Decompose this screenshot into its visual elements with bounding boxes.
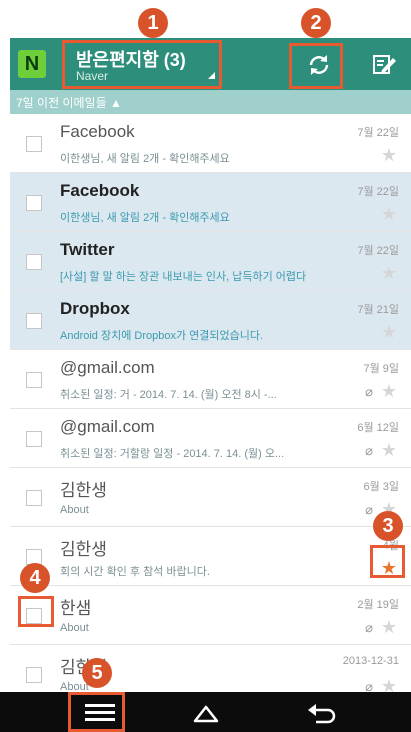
email-preview: [사설] 할 말 하는 장관 내보내는 인사, 납득하기 어렵다	[60, 271, 307, 283]
email-row[interactable]: @gmail.com 취소된 일정: 거할랑 일정 - 2014. 7. 14. …	[10, 409, 411, 468]
email-sender: @gmail.com	[60, 417, 155, 436]
email-checkbox[interactable]	[26, 667, 42, 683]
email-row[interactable]: 한샘 About 2월 19일 ★ ⌀	[10, 586, 411, 645]
email-date: 6월 3일	[363, 481, 399, 493]
email-preview: 취소된 일정: 거할랑 일정 - 2014. 7. 14. (월) 오...	[60, 448, 285, 460]
email-date: 2013-12-31	[342, 655, 399, 667]
email-preview: 취소된 일정: 거 - 2014. 7. 14. (월) 오전 8시 -...	[60, 389, 277, 401]
attachment-icon: ⌀	[365, 384, 373, 399]
email-checkbox[interactable]	[26, 195, 42, 211]
email-checkbox[interactable]	[26, 372, 42, 388]
older-emails-section[interactable]: 7일 이전 이메일들 ▲	[10, 90, 411, 114]
email-row[interactable]: Facebook 이한생님, 새 알림 2개 - 확인해주세요 7월 22일 ★	[10, 114, 411, 173]
email-date: 7월 22일	[357, 127, 399, 139]
annotation-box-refresh	[289, 43, 343, 89]
email-date: 6월 12일	[357, 422, 399, 434]
email-preview: 회의 시간 확인 후 참석 바랍니다.	[60, 566, 210, 578]
attachment-icon: ⌀	[365, 679, 373, 692]
email-sender: 김한생	[60, 481, 107, 500]
star-icon[interactable]: ★	[381, 146, 397, 164]
attachment-icon: ⌀	[365, 502, 373, 517]
email-sender: Twitter	[60, 240, 115, 259]
star-icon[interactable]: ★	[381, 323, 397, 341]
email-row[interactable]: Twitter [사설] 할 말 하는 장관 내보내는 인사, 납득하기 어렵다 7…	[10, 232, 411, 291]
email-row[interactable]: 김한생 회의 시간 확인 후 참석 바랍니다. 4월 ★	[10, 527, 411, 586]
email-sender: 한샘	[60, 599, 92, 618]
callout-1: 1	[138, 8, 168, 38]
email-date: 7월 22일	[357, 245, 399, 257]
star-icon[interactable]: ★	[381, 264, 397, 282]
email-checkbox[interactable]	[26, 136, 42, 152]
callout-2: 2	[301, 8, 331, 38]
attachment-icon: ⌀	[365, 620, 373, 635]
email-preview: About	[60, 622, 89, 634]
email-preview: About	[60, 504, 89, 516]
annotation-box-star	[370, 545, 405, 578]
annotation-box-menu	[68, 692, 125, 732]
email-checkbox[interactable]	[26, 313, 42, 329]
top-margin	[0, 0, 411, 38]
email-row[interactable]: 김한생About2013-12-31★⌀	[10, 645, 411, 692]
email-checkbox[interactable]	[26, 490, 42, 506]
attachment-icon: ⌀	[365, 443, 373, 458]
compose-icon[interactable]	[370, 50, 398, 78]
back-icon[interactable]	[306, 702, 336, 724]
star-icon[interactable]: ★	[381, 441, 397, 459]
email-row[interactable]: 김한생 About 6월 3일 ★ ⌀	[10, 468, 411, 527]
star-icon[interactable]: ★	[381, 677, 397, 692]
email-preview: Android 장치에 Dropbox가 연결되었습니다.	[60, 330, 264, 342]
email-date: 7월 9일	[363, 363, 399, 375]
email-date: 7월 22일	[357, 186, 399, 198]
email-row[interactable]: Dropbox Android 장치에 Dropbox가 연결되었습니다. 7월 2…	[10, 291, 411, 350]
email-row[interactable]: Facebook 이한생님, 새 알림 2개 - 확인해주세요 7월 22일 ★	[10, 173, 411, 232]
email-preview: About	[60, 681, 89, 692]
annotation-box-folder	[62, 40, 222, 89]
annotation-box-checkbox	[18, 596, 54, 627]
email-date: 2월 19일	[357, 599, 399, 611]
home-icon[interactable]	[193, 702, 219, 724]
callout-5: 5	[82, 658, 112, 688]
email-checkbox[interactable]	[26, 254, 42, 270]
email-sender: Facebook	[60, 122, 135, 141]
naver-logo[interactable]: N	[18, 50, 46, 78]
system-nav-bar	[0, 692, 411, 732]
star-icon[interactable]: ★	[381, 618, 397, 636]
callout-3: 3	[373, 511, 403, 541]
email-sender: 김한생	[60, 540, 107, 559]
email-date: 7월 21일	[357, 304, 399, 316]
email-sender: Dropbox	[60, 299, 130, 318]
email-row[interactable]: @gmail.com 취소된 일정: 거 - 2014. 7. 14. (월) 오…	[10, 350, 411, 409]
star-icon[interactable]: ★	[381, 205, 397, 223]
email-sender: @gmail.com	[60, 358, 155, 377]
star-icon[interactable]: ★	[381, 382, 397, 400]
callout-4: 4	[20, 563, 50, 593]
email-checkbox[interactable]	[26, 431, 42, 447]
email-preview: 이한생님, 새 알림 2개 - 확인해주세요	[60, 153, 230, 165]
email-list: Facebook 이한생님, 새 알림 2개 - 확인해주세요 7월 22일 ★ Fac…	[10, 114, 411, 692]
email-sender: Facebook	[60, 181, 140, 200]
email-preview: 이한생님, 새 알림 2개 - 확인해주세요	[60, 212, 230, 224]
